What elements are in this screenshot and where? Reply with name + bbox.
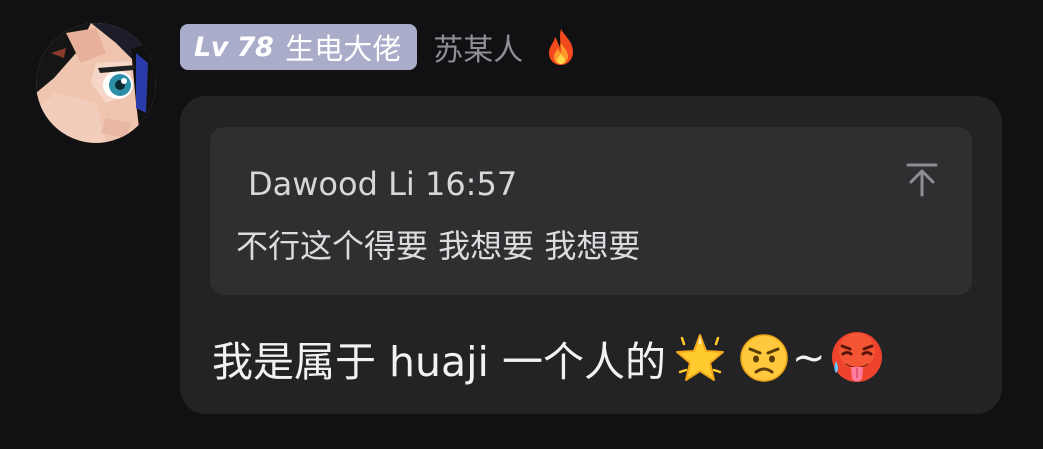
sender-username[interactable]: 苏某人 [433,25,523,69]
message-content: 我是属于 huaji 一个人的 ~ [212,330,885,386]
member-title-label: 生电大佬 [285,32,402,66]
tilde-text: ~ [791,335,826,381]
avatar-image [36,23,156,143]
level-title-badge[interactable]: Lv 78 生电大佬 [180,24,418,70]
angry-face-icon [740,334,788,382]
quoted-author-time: Dawood Li 16:57 [248,165,518,203]
quoted-text: 不行这个得要 我想要 我想要 [236,227,641,265]
star-icon [675,334,724,381]
message-bubble[interactable]: Dawood Li 16:57 不行这个得要 我想要 我想要 我是属于 huaj… [180,96,1002,414]
fire-icon [549,29,574,65]
message-text: 我是属于 huaji 一个人的 [212,338,666,386]
avatar[interactable] [36,23,156,143]
quoted-reply[interactable]: Dawood Li 16:57 不行这个得要 我想要 我想要 [210,127,972,295]
hot-face-icon [832,332,883,382]
message-header: Lv 78 生电大佬 苏某人 [180,24,579,70]
jump-to-top-icon[interactable] [902,159,942,199]
level-label: Lv 78 [194,31,274,63]
chat-message-screen: Lv 78 生电大佬 苏某人 Dawood Li 16:57 不行这个得要 我想… [0,0,1043,449]
